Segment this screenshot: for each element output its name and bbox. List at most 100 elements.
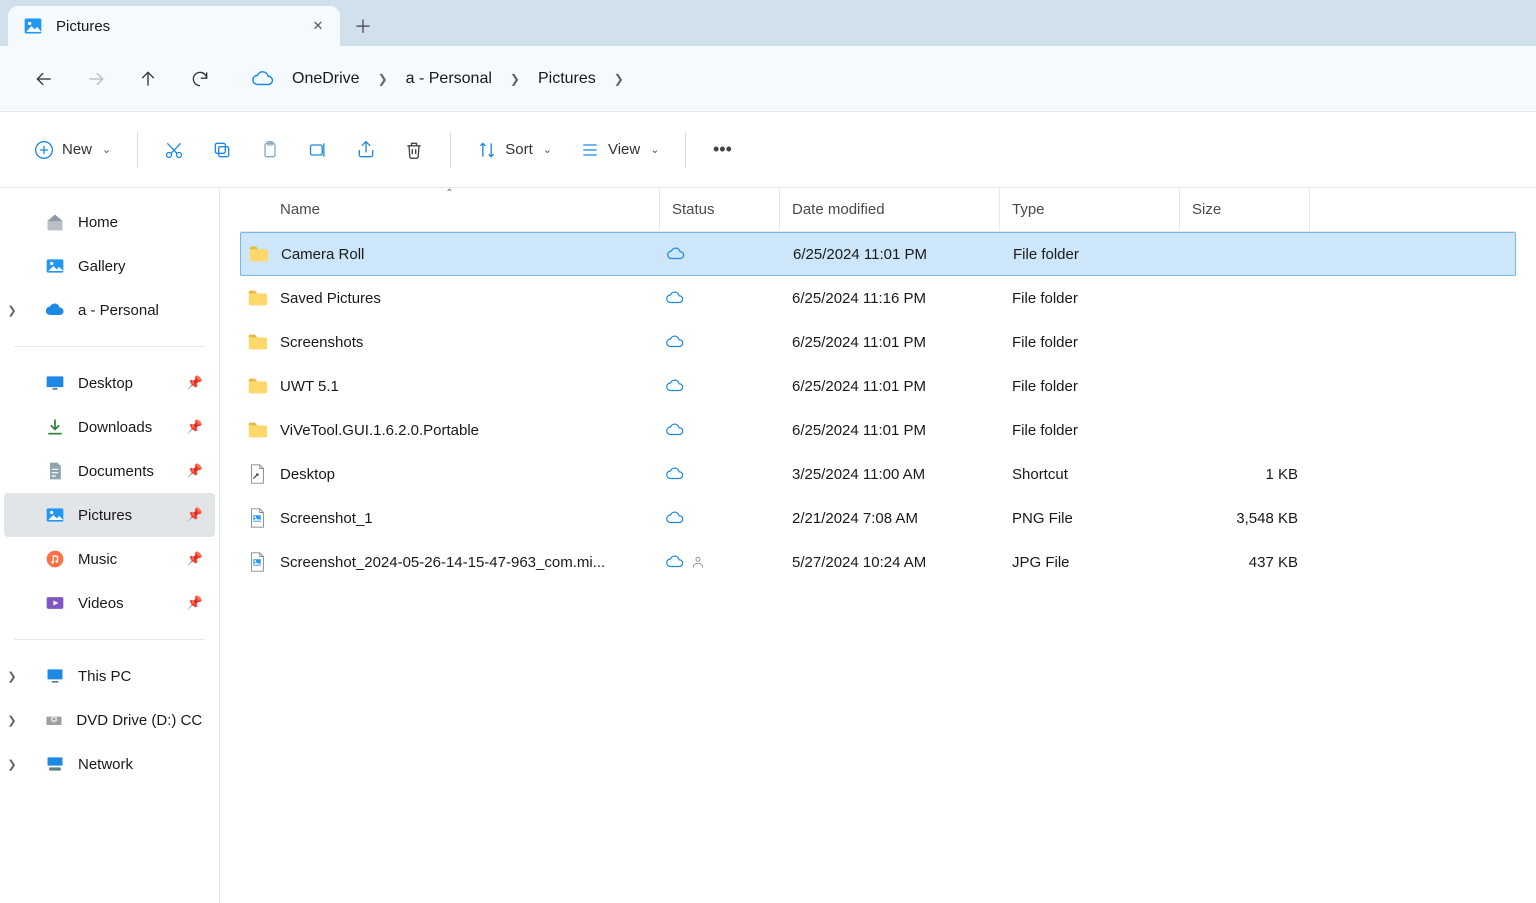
file-status <box>660 465 780 483</box>
table-row[interactable]: UWT 5.16/25/2024 11:01 PMFile folder <box>240 364 1516 408</box>
forward-button[interactable] <box>76 59 116 99</box>
shortcut-icon <box>246 463 268 485</box>
file-status <box>660 553 780 571</box>
sort-button[interactable]: Sort ⌄ <box>467 130 562 170</box>
table-row[interactable]: ViVeTool.GUI.1.6.2.0.Portable6/25/2024 1… <box>240 408 1516 452</box>
sidebar-item-gallery[interactable]: Gallery <box>4 244 215 288</box>
crumb-pictures[interactable]: Pictures <box>528 66 606 92</box>
file-name-cell: Desktop <box>240 463 660 485</box>
cut-button[interactable] <box>154 130 194 170</box>
file-name-cell: UWT 5.1 <box>240 375 660 397</box>
folder-icon <box>247 243 269 265</box>
file-type: File folder <box>1000 378 1180 395</box>
file-rows: Camera Roll6/25/2024 11:01 PMFile folder… <box>240 232 1516 584</box>
videos-icon <box>44 592 66 614</box>
table-row[interactable]: Saved Pictures6/25/2024 11:16 PMFile fol… <box>240 276 1516 320</box>
sidebar-label: This PC <box>78 668 131 685</box>
chevron-right-icon[interactable]: ❯ <box>374 72 392 86</box>
up-button[interactable] <box>128 59 168 99</box>
crumb-onedrive[interactable]: OneDrive <box>282 66 370 92</box>
column-date[interactable]: Date modified <box>780 188 1000 231</box>
table-row[interactable]: Camera Roll6/25/2024 11:01 PMFile folder <box>240 232 1516 276</box>
chevron-right-icon[interactable]: ❯ <box>506 72 524 86</box>
sidebar-item-home[interactable]: Home <box>4 200 215 244</box>
file-name-cell: Screenshots <box>240 331 660 353</box>
file-type: File folder <box>1000 290 1180 307</box>
file-name-cell: Screenshot_1 <box>240 507 660 529</box>
column-headers: Name ⌃ Status Date modified Type Size <box>240 188 1516 232</box>
sidebar-item-downloads[interactable]: Downloads 📌 <box>4 405 215 449</box>
folder-icon <box>246 331 268 353</box>
sidebar-item-pictures[interactable]: Pictures 📌 <box>4 493 215 537</box>
file-name: Screenshots <box>280 334 363 351</box>
chevron-right-icon[interactable]: ❯ <box>2 304 22 317</box>
toolbar: New ⌄ Sort ⌄ View ⌄ ••• <box>0 112 1536 188</box>
chevron-down-icon: ⌄ <box>102 143 111 156</box>
sidebar-label: Network <box>78 756 133 773</box>
view-button[interactable]: View ⌄ <box>570 130 669 170</box>
table-row[interactable]: Desktop3/25/2024 11:00 AMShortcut1 KB <box>240 452 1516 496</box>
desktop-icon <box>44 372 66 394</box>
chevron-down-icon: ⌄ <box>543 143 552 156</box>
sidebar-label: Downloads <box>78 419 152 436</box>
sidebar-label: Documents <box>78 463 154 480</box>
file-size: 437 KB <box>1180 554 1310 571</box>
pin-icon: 📌 <box>187 507 203 523</box>
pin-icon: 📌 <box>187 419 203 435</box>
share-button[interactable] <box>346 130 386 170</box>
sidebar-item-documents[interactable]: Documents 📌 <box>4 449 215 493</box>
refresh-button[interactable] <box>180 59 220 99</box>
sidebar-label: Music <box>78 551 117 568</box>
file-date: 6/25/2024 11:16 PM <box>780 290 1000 307</box>
chevron-right-icon[interactable]: ❯ <box>2 670 22 683</box>
column-size[interactable]: Size <box>1180 188 1310 231</box>
sidebar-label: Videos <box>78 595 124 612</box>
view-label: View <box>608 141 640 158</box>
file-list: Name ⌃ Status Date modified Type Size Ca… <box>220 188 1536 903</box>
address-bar: OneDrive ❯ a - Personal ❯ Pictures ❯ <box>0 46 1536 112</box>
close-icon[interactable]: ✕ <box>310 18 326 34</box>
sidebar-item-dvd-drive[interactable]: ❯ DVD Drive (D:) CCC <box>4 698 215 742</box>
chevron-right-icon[interactable]: ❯ <box>2 714 22 727</box>
sidebar-item-videos[interactable]: Videos 📌 <box>4 581 215 625</box>
more-button[interactable]: ••• <box>702 130 742 170</box>
delete-button[interactable] <box>394 130 434 170</box>
file-name: Screenshot_2024-05-26-14-15-47-963_com.m… <box>280 554 605 571</box>
table-row[interactable]: Screenshots6/25/2024 11:01 PMFile folder <box>240 320 1516 364</box>
back-button[interactable] <box>24 59 64 99</box>
downloads-icon <box>44 416 66 438</box>
sort-indicator-icon: ⌃ <box>445 188 453 199</box>
table-row[interactable]: Screenshot_12/21/2024 7:08 AMPNG File3,5… <box>240 496 1516 540</box>
column-status[interactable]: Status <box>660 188 780 231</box>
file-name: Desktop <box>280 466 335 483</box>
rename-button[interactable] <box>298 130 338 170</box>
sidebar-label: a - Personal <box>78 302 159 319</box>
chevron-right-icon[interactable]: ❯ <box>2 758 22 771</box>
column-name[interactable]: Name ⌃ <box>240 188 660 231</box>
chevron-right-icon[interactable]: ❯ <box>610 72 628 86</box>
image-icon <box>246 551 268 573</box>
sidebar-item-onedrive-personal[interactable]: ❯ a - Personal <box>4 288 215 332</box>
new-button[interactable]: New ⌄ <box>24 130 121 170</box>
new-tab-button[interactable]: ＋ <box>340 6 386 46</box>
column-type[interactable]: Type <box>1000 188 1180 231</box>
file-status <box>660 377 780 395</box>
table-row[interactable]: Screenshot_2024-05-26-14-15-47-963_com.m… <box>240 540 1516 584</box>
copy-button[interactable] <box>202 130 242 170</box>
sidebar-item-this-pc[interactable]: ❯ This PC <box>4 654 215 698</box>
home-icon <box>44 211 66 233</box>
breadcrumb[interactable]: OneDrive ❯ a - Personal ❯ Pictures ❯ <box>242 59 638 99</box>
file-status <box>661 245 781 263</box>
sidebar-item-music[interactable]: Music 📌 <box>4 537 215 581</box>
separator <box>137 132 138 168</box>
sidebar-item-network[interactable]: ❯ Network <box>4 742 215 786</box>
onedrive-icon <box>44 299 66 321</box>
sidebar-label: Home <box>78 214 118 231</box>
main-area: Home Gallery ❯ a - Personal Desktop 📌 Do… <box>0 188 1536 903</box>
sidebar-item-desktop[interactable]: Desktop 📌 <box>4 361 215 405</box>
tab-pictures[interactable]: Pictures ✕ <box>8 6 340 46</box>
folder-icon <box>246 419 268 441</box>
file-date: 6/25/2024 11:01 PM <box>780 334 1000 351</box>
crumb-personal[interactable]: a - Personal <box>396 66 502 92</box>
paste-button[interactable] <box>250 130 290 170</box>
